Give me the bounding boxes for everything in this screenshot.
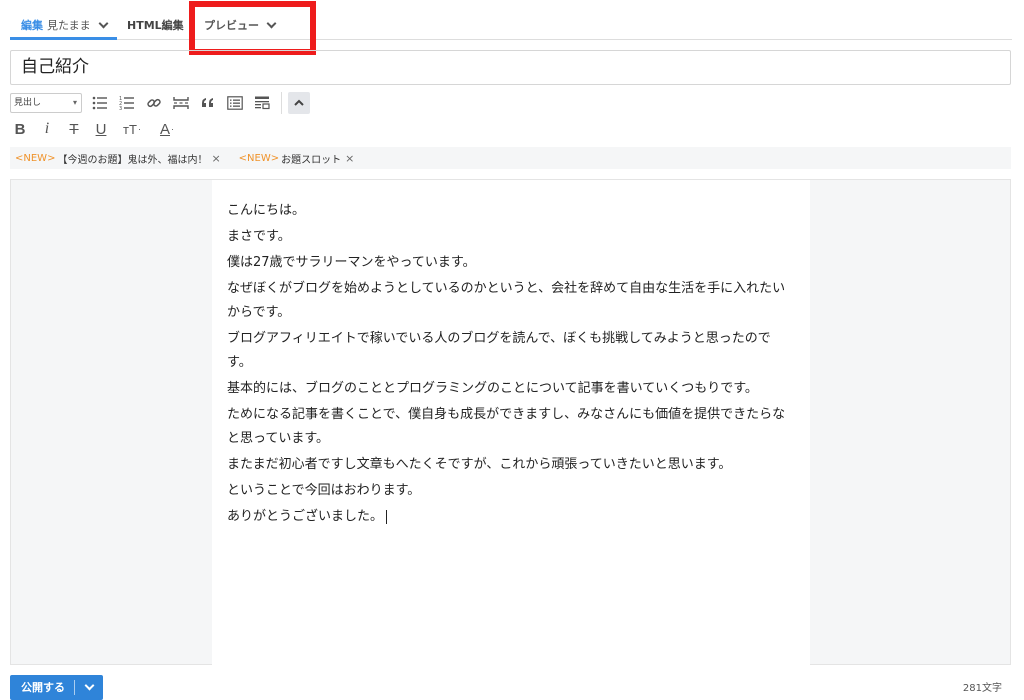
chevron-down-icon	[98, 18, 109, 28]
tab-edit-wysiwyg[interactable]: 編集 見たまま	[21, 15, 109, 35]
collapse-icon[interactable]	[288, 92, 310, 114]
new-badge: <NEW>	[15, 152, 56, 164]
paragraph: なぜぼくがブログを始めようとしているのかというと、会社を辞めて自由な生活を手に入…	[227, 281, 786, 320]
editor-body[interactable]: こんにちは。 まさです。 僕は27歳でサラリーマンをやっています。 なぜぼくがブ…	[212, 180, 810, 665]
heading-select[interactable]: 見出し	[10, 93, 82, 113]
font-color-button[interactable]: A ·	[153, 119, 181, 139]
bulleted-list-icon[interactable]	[90, 93, 110, 113]
title-field[interactable]: 自己紹介	[10, 50, 1011, 85]
quote-icon[interactable]	[198, 93, 218, 113]
toolbar-row-2: B i T U тT · A ·	[10, 118, 188, 140]
italic-button[interactable]: i	[37, 119, 57, 139]
paragraph: またまだ初心者ですし文章もへたくそですが、これから頑張っていきたいと思います。	[227, 457, 732, 472]
paragraph: 僕は27歳でサラリーマンをやっています。	[227, 255, 476, 270]
topic-label: 【今週のお題】鬼は外、福は内！	[57, 154, 208, 166]
link-icon[interactable]	[144, 93, 164, 113]
strikethrough-button[interactable]: T	[64, 119, 84, 139]
svg-text:3: 3	[119, 106, 122, 111]
paragraph: 基本的には、ブログのこととプログラミングのことについて記事を書いていくつもりです…	[227, 381, 758, 396]
new-badge: <NEW>	[238, 152, 280, 164]
chevron-down-icon	[84, 680, 94, 691]
read-more-icon[interactable]	[171, 93, 191, 113]
paragraph: まさです。	[227, 229, 291, 244]
active-tab-indicator	[10, 37, 117, 40]
toolbar-divider	[281, 92, 282, 114]
paragraph: ということで今回はおわります。	[227, 483, 421, 498]
paragraph-text: ありがとうございました。	[227, 509, 384, 524]
publish-button[interactable]: 公開する	[10, 675, 103, 700]
font-color-icon: A	[159, 120, 170, 138]
editor-mode-tabs: 編集 見たまま HTML編集 プレビュー	[10, 0, 1012, 40]
tab-html-label: HTML編集	[127, 19, 184, 32]
tab-edit-label: 編集	[21, 19, 43, 32]
close-icon[interactable]: ×	[345, 152, 354, 165]
tab-edit-sub-label: 見たまま	[47, 19, 91, 32]
char-count: 281文字	[962, 683, 1002, 694]
paragraph: ためになる記事を書くことで、僕自身も成長ができますし、みなさんにも価値を提供でき…	[227, 407, 786, 446]
topic-item-slot[interactable]: <NEW> お題スロット ×	[239, 151, 355, 166]
topic-bar: <NEW> 【今週のお題】鬼は外、福は内！ × <NEW> お題スロット ×	[10, 147, 1011, 169]
publish-options-button[interactable]	[75, 675, 103, 700]
close-icon[interactable]: ×	[211, 152, 220, 165]
toolbar-row-1: 見出し 123	[10, 92, 317, 114]
font-size-button[interactable]: тT ·	[118, 119, 146, 139]
numbered-list-icon[interactable]: 123	[117, 93, 137, 113]
bold-button[interactable]: B	[10, 119, 30, 139]
font-size-icon: тT	[123, 121, 137, 137]
table-of-contents-icon[interactable]	[225, 93, 245, 113]
topic-label: お題スロット	[281, 154, 342, 166]
embed-icon[interactable]	[252, 93, 272, 113]
paragraph: こんにちは。	[227, 203, 306, 218]
highlight-box	[189, 1, 316, 55]
text-caret	[386, 509, 388, 524]
publish-label: 公開する	[21, 681, 65, 694]
tab-html-edit[interactable]: HTML編集	[127, 15, 184, 35]
paragraph: ブログアフィリエイトで稼いでいる人のブログを読んで、ぼくも挑戦してみようと思った…	[227, 331, 771, 370]
editor-area: こんにちは。 まさです。 僕は27歳でサラリーマンをやっています。 なぜぼくがブ…	[10, 179, 1011, 665]
paragraph-last: ありがとうございました。	[227, 505, 795, 529]
topic-item-weekly[interactable]: <NEW> 【今週のお題】鬼は外、福は内！ ×	[15, 151, 221, 166]
underline-button[interactable]: U	[91, 119, 111, 139]
